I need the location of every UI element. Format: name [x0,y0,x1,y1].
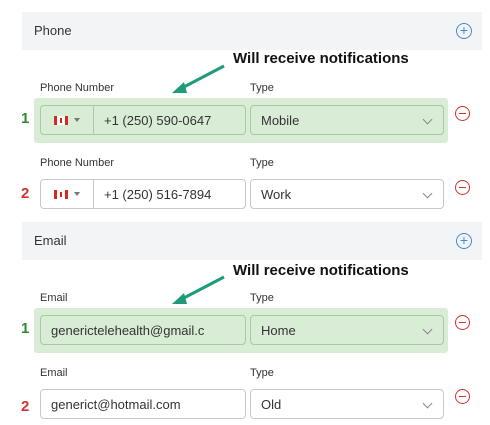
email-type-select[interactable]: Home [250,315,444,345]
email-section-title: Email [34,233,67,248]
country-dropdown[interactable] [41,106,94,134]
phone-number-label: Phone Number [40,157,114,169]
add-email-button[interactable]: + [456,233,472,249]
email-type-select[interactable]: Old [250,389,444,419]
row-number: 1 [21,320,30,337]
phone-number-input[interactable]: +1 (250) 516-7894 [94,180,245,208]
phone-number-label: Phone Number [40,82,114,94]
chevron-down-icon [422,114,433,125]
chevron-down-icon [422,188,433,199]
remove-email-button[interactable] [455,389,470,404]
phone-type-label: Type [250,82,274,94]
email-type-value: Old [261,396,282,412]
row-number: 2 [21,398,30,415]
arrow-icon [172,64,225,93]
chevron-down-icon [422,324,433,335]
email-type-value: Home [261,322,296,338]
email-input[interactable]: generict@hotmail.com [40,389,246,419]
email-type-label: Type [250,292,274,304]
email-section-header: Email + [22,222,482,260]
row-number: 2 [21,185,30,202]
phone-type-label: Type [250,157,274,169]
phone-type-select[interactable]: Mobile [250,105,444,135]
arrow-icon [172,275,225,304]
phone-type-value: Work [261,186,292,202]
add-phone-button[interactable]: + [456,23,472,39]
canada-flag-icon [54,189,68,199]
remove-email-button[interactable] [455,315,470,330]
phone-number-field: +1 (250) 590-0647 [40,105,246,135]
phone-number-input[interactable]: +1 (250) 590-0647 [94,106,245,134]
remove-phone-button[interactable] [455,106,470,121]
email-input[interactable]: generictelehealth@gmail.c [40,315,246,345]
email-type-label: Type [250,367,274,379]
email-notification-note: Will receive notifications [233,262,409,279]
row-number: 1 [21,110,30,127]
email-label: Email [40,292,68,304]
caret-down-icon [74,118,80,122]
phone-notification-note: Will receive notifications [233,50,409,67]
phone-section-title: Phone [34,23,72,38]
remove-phone-button[interactable] [455,180,470,195]
phone-type-value: Mobile [261,112,300,128]
canada-flag-icon [54,115,68,125]
plus-circle-icon: + [459,22,469,38]
phone-number-field: +1 (250) 516-7894 [40,179,246,209]
plus-circle-icon: + [459,232,469,248]
chevron-down-icon [422,398,433,409]
email-label: Email [40,367,68,379]
phone-type-select[interactable]: Work [250,179,444,209]
caret-down-icon [74,192,80,196]
phone-section-header: Phone + [22,12,482,50]
country-dropdown[interactable] [41,180,94,208]
